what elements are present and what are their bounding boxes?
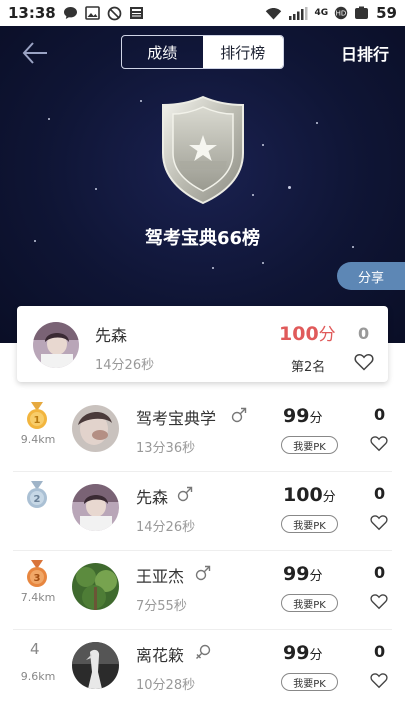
leaderboard-title: 驾考宝典66榜	[144, 228, 261, 249]
arrow-left-icon[interactable]	[20, 40, 50, 66]
pk-button[interactable]: 我要PK	[281, 436, 338, 454]
rank-number: 4	[30, 640, 40, 658]
gold-medal-icon: 1	[27, 402, 47, 429]
user-name: 王亚杰	[136, 567, 185, 586]
news-icon	[129, 7, 143, 19]
my-like-count: 0	[358, 324, 370, 343]
status-time: 13:38	[8, 4, 56, 22]
list-item[interactable]: 2 先森 14分26秒 100分 我要PK 0	[0, 472, 405, 551]
star-dot	[262, 262, 264, 264]
list-item[interactable]: 4 9.6km 离花簌 10分28秒 99分 我要PK 0	[0, 630, 405, 709]
do-not-disturb-icon	[107, 6, 122, 20]
score: 99分	[283, 642, 322, 664]
star-dot	[262, 144, 264, 146]
elapsed-time: 14分26秒	[136, 520, 196, 535]
score-unit: 分	[309, 411, 323, 426]
score: 99分	[283, 405, 322, 427]
score-unit: 分	[309, 648, 323, 663]
score-unit: 分	[309, 569, 323, 584]
avatar[interactable]	[72, 405, 119, 452]
my-score-value: 100	[279, 323, 319, 345]
screen: 13:38 4G HD 59 成绩 排行榜 日排行 驾考宝典66榜 分享 先森 …	[0, 0, 405, 720]
user-name: 离花簌	[136, 646, 185, 665]
user-name: 先森	[136, 488, 169, 507]
pk-button[interactable]: 我要PK	[281, 515, 338, 533]
star-dot	[288, 186, 291, 189]
hero-banner: 成绩 排行榜 日排行 驾考宝典66榜 分享	[0, 26, 405, 343]
user-name: 驾考宝典学	[136, 409, 217, 428]
battery-icon	[355, 6, 369, 19]
tab-leaderboard[interactable]: 排行榜	[202, 36, 283, 68]
star-dot	[252, 194, 254, 196]
score-unit: 分	[322, 490, 336, 505]
status-bar: 13:38 4G HD 59	[0, 0, 405, 26]
bronze-medal-icon: 3	[27, 560, 47, 587]
list-item[interactable]: 1 9.4km 驾考宝典学 13分36秒 99分 我要PK 0	[0, 393, 405, 472]
star-dot	[140, 100, 142, 102]
my-name: 先森	[95, 326, 128, 345]
elapsed-time: 10分28秒	[136, 678, 196, 693]
pk-button[interactable]: 我要PK	[281, 594, 338, 612]
elapsed-time: 7分55秒	[136, 599, 187, 614]
pk-button[interactable]: 我要PK	[281, 673, 338, 691]
like-count: 0	[374, 563, 386, 582]
avatar[interactable]	[33, 322, 79, 368]
signal-icon	[289, 6, 308, 20]
svg-text:2: 2	[34, 494, 41, 505]
distance: 9.4km	[20, 433, 56, 446]
my-time: 14分26秒	[95, 358, 155, 373]
score-value: 100	[283, 484, 323, 506]
my-score: 100分	[279, 320, 336, 345]
star-dot	[48, 118, 50, 120]
heart-icon[interactable]	[370, 514, 388, 531]
star-dot	[95, 188, 97, 190]
chat-bubble-icon	[63, 7, 77, 19]
heart-icon[interactable]	[354, 353, 374, 371]
star-dot	[212, 267, 214, 269]
avatar[interactable]	[72, 642, 119, 689]
female-icon	[196, 644, 211, 659]
shield-star-badge-icon	[162, 95, 244, 205]
heart-icon[interactable]	[370, 435, 388, 452]
network-label: 4G	[314, 7, 329, 18]
image-icon	[84, 6, 100, 20]
avatar[interactable]	[72, 563, 119, 610]
svg-text:3: 3	[34, 573, 41, 584]
tab-switcher: 成绩 排行榜	[121, 35, 284, 69]
status-left: 13:38	[8, 4, 144, 22]
like-count: 0	[374, 642, 386, 661]
hd-icon: HD	[334, 6, 348, 20]
like-count: 0	[374, 484, 386, 503]
my-score-unit: 分	[318, 325, 336, 345]
score-value: 99	[283, 405, 310, 427]
my-rank-card: 先森 14分26秒 100分 第2名 0	[17, 306, 388, 382]
silver-medal-icon: 2	[27, 481, 47, 508]
battery-level: 59	[376, 4, 397, 22]
wifi-icon	[266, 7, 282, 19]
male-icon	[177, 486, 193, 502]
tab-scores[interactable]: 成绩	[122, 36, 203, 68]
star-dot	[316, 122, 318, 124]
heart-icon[interactable]	[370, 672, 388, 689]
male-icon	[231, 407, 247, 423]
list-item[interactable]: 3 7.4km 王亚杰 7分55秒 99分 我要PK 0	[0, 551, 405, 630]
score: 99分	[283, 563, 322, 585]
elapsed-time: 13分36秒	[136, 441, 196, 456]
like-count: 0	[374, 405, 386, 424]
male-icon	[195, 565, 211, 581]
svg-text:1: 1	[34, 415, 41, 426]
daily-ranking-button[interactable]: 日排行	[341, 41, 389, 65]
score-value: 99	[283, 563, 310, 585]
avatar[interactable]	[72, 484, 119, 531]
my-rank: 第2名	[291, 360, 326, 375]
distance: 9.6km	[20, 670, 56, 683]
score-value: 99	[283, 642, 310, 664]
share-button[interactable]: 分享	[337, 262, 405, 290]
status-right: 4G HD 59	[265, 4, 397, 22]
heart-icon[interactable]	[370, 593, 388, 610]
score: 100分	[283, 484, 336, 506]
svg-text:HD: HD	[336, 10, 347, 18]
distance: 7.4km	[20, 591, 56, 604]
